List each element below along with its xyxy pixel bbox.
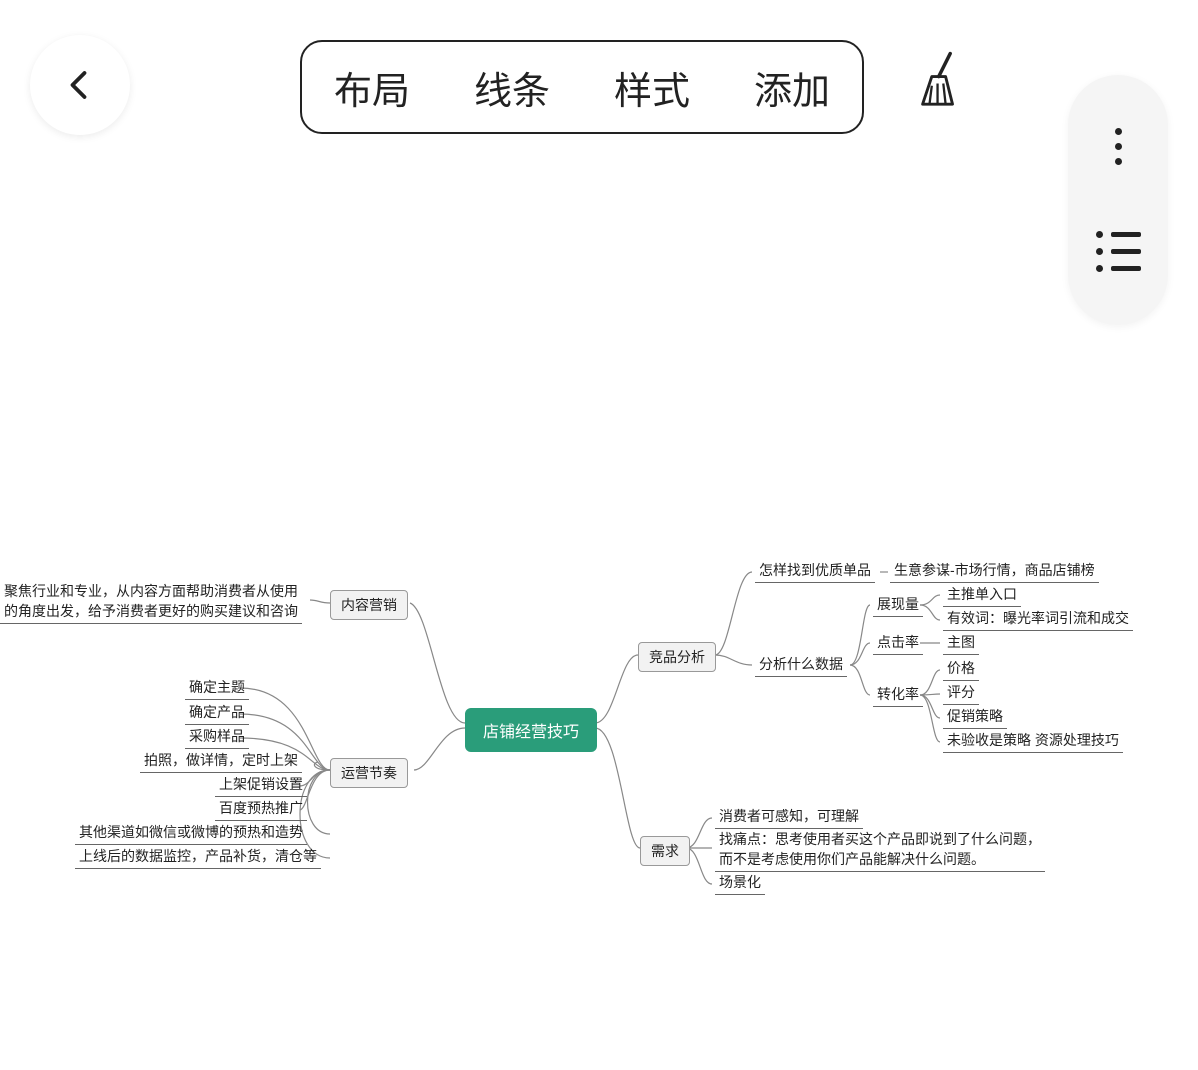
node-exposure[interactable]: 展现量	[873, 594, 923, 617]
node-exposure-leaf-0[interactable]: 主推单入口	[943, 584, 1021, 607]
format-menu: 布局 线条 样式 添加	[300, 40, 864, 134]
back-button[interactable]	[30, 35, 130, 135]
node-cvr-leaf-0[interactable]: 价格	[943, 658, 979, 681]
mindmap-connectors	[0, 0, 1198, 1070]
node-op-leaf-3[interactable]: 拍照，做详情，定时上架	[140, 750, 302, 773]
outline-button[interactable]	[1096, 231, 1141, 272]
node-op-leaf-4[interactable]: 上架促销设置	[215, 774, 307, 797]
toolbar: 布局 线条 样式 添加	[0, 40, 1198, 130]
node-op-leaf-1[interactable]: 确定产品	[185, 702, 249, 725]
node-cvr-leaf-3[interactable]: 未验收是策略 资源处理技巧	[943, 730, 1123, 753]
node-find-quality[interactable]: 怎样找到优质单品	[755, 560, 875, 583]
menu-layout[interactable]: 布局	[334, 60, 410, 115]
node-analyze-data[interactable]: 分析什么数据	[755, 654, 847, 677]
node-competitor-analysis[interactable]: 竞品分析	[638, 642, 716, 672]
menu-line[interactable]: 线条	[474, 60, 550, 115]
node-content-marketing[interactable]: 内容营销	[330, 590, 408, 620]
node-operation-rhythm[interactable]: 运营节奏	[330, 758, 408, 788]
node-cvr[interactable]: 转化率	[873, 684, 923, 707]
menu-add[interactable]: 添加	[754, 60, 830, 115]
node-cvr-leaf-2[interactable]: 促销策略	[943, 706, 1007, 729]
node-op-leaf-7[interactable]: 上线后的数据监控，产品补货，清仓等	[75, 846, 321, 869]
side-panel	[1068, 75, 1168, 325]
node-exposure-leaf-1[interactable]: 有效词：曝光率词引流和成交	[943, 608, 1133, 631]
chevron-left-icon	[62, 67, 98, 103]
more-button[interactable]	[1115, 128, 1122, 165]
node-ctr[interactable]: 点击率	[873, 632, 923, 655]
node-op-leaf-6[interactable]: 其他渠道如微信或微博的预热和造势	[75, 822, 307, 845]
root-node[interactable]: 店铺经营技巧	[465, 708, 597, 752]
menu-style[interactable]: 样式	[614, 60, 690, 115]
node-demand-leaf-0[interactable]: 消费者可感知，可理解	[715, 806, 863, 829]
node-content-marketing-detail[interactable]: 聚焦行业和专业，从内容方面帮助消费者从使用 的角度出发，给予消费者更好的购买建议…	[0, 582, 302, 624]
node-demand-leaf-2[interactable]: 场景化	[715, 872, 765, 895]
node-ctr-leaf[interactable]: 主图	[943, 632, 979, 655]
node-demand[interactable]: 需求	[640, 836, 690, 866]
node-cvr-leaf-1[interactable]: 评分	[943, 682, 979, 705]
node-demand-leaf-1[interactable]: 找痛点：思考使用者买这个产品即说到了什么问题， 而不是考虑使用你们产品能解决什么…	[715, 830, 1045, 872]
clear-button[interactable]	[918, 50, 978, 120]
node-op-leaf-5[interactable]: 百度预热推广	[215, 798, 307, 821]
node-find-quality-leaf[interactable]: 生意参谋-市场行情，商品店铺榜	[890, 560, 1099, 583]
node-op-leaf-0[interactable]: 确定主题	[185, 677, 249, 700]
broom-icon	[918, 50, 964, 110]
node-op-leaf-2[interactable]: 采购样品	[185, 726, 249, 749]
